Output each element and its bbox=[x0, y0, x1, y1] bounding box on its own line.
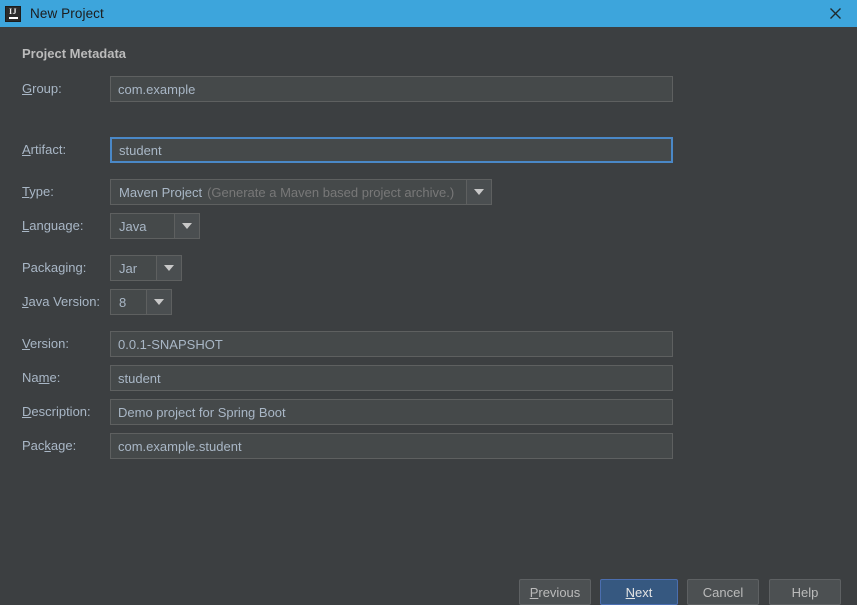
artifact-input[interactable] bbox=[110, 137, 673, 163]
package-input[interactable] bbox=[110, 433, 673, 459]
packaging-combobox-value: Jar bbox=[111, 256, 156, 280]
field-row-description: Description: bbox=[0, 399, 857, 425]
field-row-type: Type: Maven Project (Generate a Maven ba… bbox=[0, 179, 857, 205]
packaging-label: Packaging: bbox=[22, 255, 86, 281]
field-row-language: Language: Java bbox=[0, 213, 857, 239]
app-icon-letters: IJ bbox=[9, 8, 17, 16]
window-title: New Project bbox=[30, 6, 104, 21]
field-row-artifact: Artifact: bbox=[0, 137, 857, 163]
packaging-combobox[interactable]: Jar bbox=[110, 255, 182, 281]
title-bar: IJ New Project bbox=[0, 0, 857, 27]
type-label: Type: bbox=[22, 179, 54, 205]
intellij-idea-icon: IJ bbox=[5, 6, 21, 22]
type-combobox-value: Maven Project (Generate a Maven based pr… bbox=[111, 180, 466, 204]
language-combobox[interactable]: Java bbox=[110, 213, 200, 239]
previous-button[interactable]: Previous bbox=[519, 579, 591, 605]
type-combobox-hint-text: (Generate a Maven based project archive.… bbox=[207, 185, 454, 200]
cancel-button[interactable]: Cancel bbox=[687, 579, 759, 605]
type-combobox-arrow-button[interactable] bbox=[466, 180, 491, 204]
chevron-down-icon bbox=[164, 265, 174, 271]
version-input[interactable] bbox=[110, 331, 673, 357]
app-icon-underbar bbox=[9, 17, 18, 19]
type-combobox-main-text: Maven Project bbox=[119, 185, 202, 200]
group-input[interactable] bbox=[110, 76, 673, 102]
package-label: Package: bbox=[22, 433, 76, 459]
section-title: Project Metadata bbox=[22, 46, 126, 61]
help-button[interactable]: Help bbox=[769, 579, 841, 605]
language-label: Language: bbox=[22, 213, 83, 239]
type-combobox[interactable]: Maven Project (Generate a Maven based pr… bbox=[110, 179, 492, 205]
close-button[interactable] bbox=[813, 0, 857, 27]
packaging-combobox-arrow-button[interactable] bbox=[156, 256, 181, 280]
field-row-packaging: Packaging: Jar bbox=[0, 255, 857, 281]
java-version-combobox-arrow-button[interactable] bbox=[146, 290, 171, 314]
java-version-combobox[interactable]: 8 bbox=[110, 289, 172, 315]
version-label: Version: bbox=[22, 331, 69, 357]
field-row-package: Package: bbox=[0, 433, 857, 459]
java-version-combobox-value: 8 bbox=[111, 290, 146, 314]
chevron-down-icon bbox=[182, 223, 192, 229]
name-input[interactable] bbox=[110, 365, 673, 391]
group-label: Group: bbox=[22, 76, 62, 102]
field-row-java-version: Java Version: 8 bbox=[0, 289, 857, 315]
close-icon bbox=[829, 7, 842, 20]
next-button[interactable]: Next bbox=[600, 579, 678, 605]
new-project-dialog: Project Metadata Group: Artifact: Type: … bbox=[0, 27, 857, 587]
language-combobox-arrow-button[interactable] bbox=[174, 214, 199, 238]
chevron-down-icon bbox=[154, 299, 164, 305]
chevron-down-icon bbox=[474, 189, 484, 195]
field-row-version: Version: bbox=[0, 331, 857, 357]
name-label: Name: bbox=[22, 365, 60, 391]
java-version-label: Java Version: bbox=[22, 289, 100, 315]
description-input[interactable] bbox=[110, 399, 673, 425]
description-label: Description: bbox=[22, 399, 91, 425]
artifact-label: Artifact: bbox=[22, 137, 66, 163]
language-combobox-value: Java bbox=[111, 214, 174, 238]
field-row-name: Name: bbox=[0, 365, 857, 391]
field-row-group: Group: bbox=[0, 76, 857, 102]
